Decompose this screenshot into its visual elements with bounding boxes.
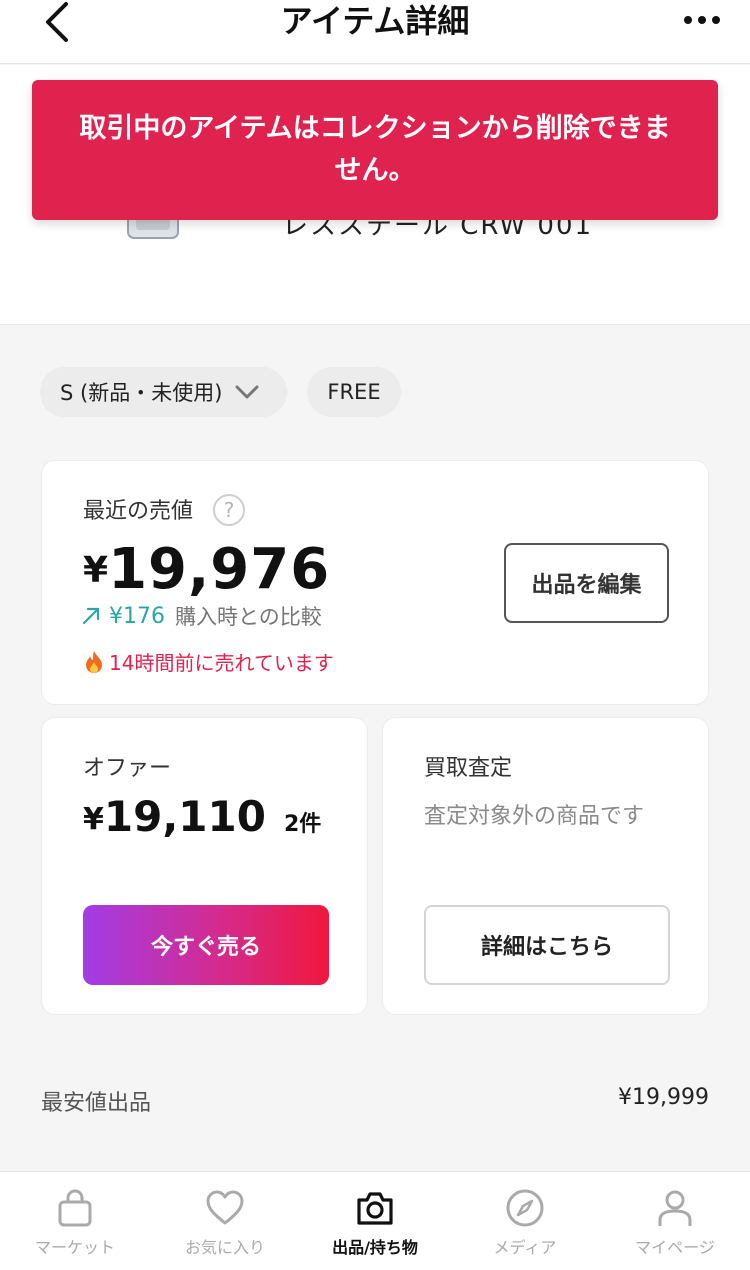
shipping-chip[interactable]: FREE bbox=[307, 367, 401, 417]
offer-price-number: 19,110 bbox=[103, 792, 266, 841]
offer-price: ¥19,110 2件 bbox=[83, 792, 321, 841]
nav-label: メディア bbox=[493, 1238, 557, 1257]
sold-note-row: 14時間前に売れています bbox=[83, 647, 334, 676]
buyback-card: 買取査定 査定対象外の商品です 詳細はこちら bbox=[382, 717, 709, 1015]
size-selector-label: S (新品・未使用) bbox=[60, 381, 223, 405]
trend-up-arrow-icon bbox=[82, 607, 100, 625]
nav-label: マイページ bbox=[635, 1238, 715, 1257]
nav-item-mypage[interactable]: マイページ bbox=[600, 1172, 750, 1270]
nav-label: 出品/持ち物 bbox=[332, 1238, 418, 1257]
buyback-details-button[interactable]: 詳細はこちら bbox=[424, 905, 670, 985]
edit-listing-button[interactable]: 出品を編集 bbox=[504, 543, 669, 623]
lowest-listing-price[interactable]: ¥19,999 bbox=[618, 1085, 709, 1110]
recent-price-value: ¥19,976 bbox=[83, 537, 330, 602]
offer-card: オファー ¥19,110 2件 今すぐ売る bbox=[41, 717, 368, 1015]
lowest-listing-label[interactable]: 最安値出品 bbox=[41, 1085, 151, 1117]
sell-now-button[interactable]: 今すぐ売る bbox=[83, 905, 329, 985]
nav-item-market[interactable]: マーケット bbox=[0, 1172, 150, 1270]
chevron-down-icon bbox=[235, 385, 259, 399]
compass-icon bbox=[506, 1189, 544, 1227]
camera-icon bbox=[357, 1192, 393, 1225]
price-diff-value: ¥176 bbox=[109, 603, 165, 629]
offer-count: 2件 bbox=[283, 812, 322, 837]
nav-item-media[interactable]: メディア bbox=[450, 1172, 600, 1270]
person-icon bbox=[658, 1190, 692, 1226]
sold-note-text: 14時間前に売れています bbox=[109, 651, 334, 675]
nav-item-listings[interactable]: 出品/持ち物 bbox=[300, 1172, 450, 1270]
bag-icon bbox=[58, 1189, 92, 1227]
recent-price-card: 最近の売値 ? ¥19,976 ¥176 購入時との比較 14時間前に売れていま… bbox=[41, 460, 709, 705]
buyback-label: 買取査定 bbox=[424, 756, 513, 781]
nav-label: マーケット bbox=[34, 1238, 115, 1257]
size-selector[interactable]: S (新品・未使用) bbox=[40, 367, 287, 417]
price-diff-label: 購入時との比較 bbox=[175, 605, 322, 629]
nav-label: お気に入り bbox=[184, 1238, 265, 1257]
shipping-chip-label: FREE bbox=[327, 380, 381, 404]
offer-label: オファー bbox=[83, 756, 172, 781]
recent-price-label: 最近の売値 bbox=[83, 499, 194, 524]
page-title: アイテム詳細 bbox=[280, 2, 470, 40]
more-options-icon[interactable] bbox=[682, 10, 722, 30]
price-diff-row: ¥176 購入時との比較 bbox=[81, 601, 322, 631]
toast-message: 取引中のアイテムはコレクションから削除できません。 bbox=[79, 113, 671, 186]
error-toast: 取引中のアイテムはコレクションから削除できません。 bbox=[32, 80, 718, 220]
help-icon[interactable]: ? bbox=[213, 494, 245, 526]
currency-symbol: ¥ bbox=[83, 550, 109, 591]
bottom-navigation: マーケット お気に入り 出品/持ち物 メディア マイページ bbox=[0, 1171, 750, 1270]
heart-icon bbox=[206, 1190, 244, 1225]
nav-item-favorites[interactable]: お気に入り bbox=[150, 1172, 300, 1270]
header-bar: アイテム詳細 bbox=[0, 0, 750, 64]
buyback-note: 査定対象外の商品です bbox=[424, 804, 645, 829]
recent-price-number: 19,976 bbox=[108, 537, 331, 602]
currency-symbol: ¥ bbox=[83, 802, 104, 837]
fire-icon bbox=[86, 650, 102, 673]
